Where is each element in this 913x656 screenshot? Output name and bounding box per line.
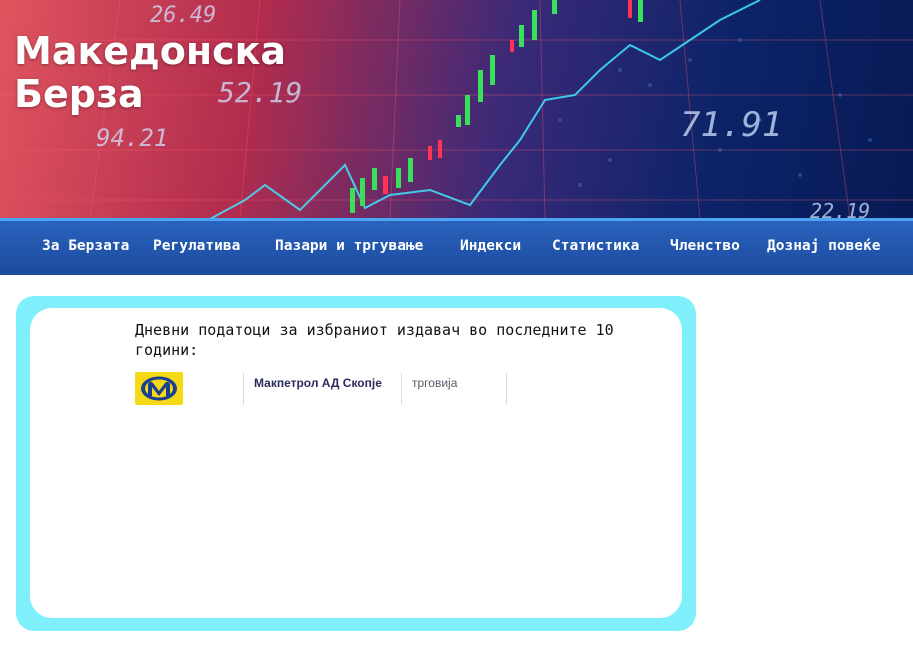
issuer-name[interactable]: Макпетрол АД Скопје bbox=[254, 376, 382, 390]
divider bbox=[401, 373, 402, 405]
nav-item-indices[interactable]: Индекси bbox=[460, 238, 521, 254]
ticker-value: 26.49 bbox=[150, 3, 216, 28]
ticker-value: 94.21 bbox=[96, 124, 168, 152]
nav-item-markets-trading[interactable]: Пазари и тргување bbox=[275, 238, 423, 254]
panel-title: Дневни податоци за избраниот издавач во … bbox=[135, 321, 614, 359]
makpetrol-logo-icon bbox=[135, 372, 183, 405]
divider bbox=[243, 373, 244, 405]
nav-item-statistics[interactable]: Статистика bbox=[552, 238, 639, 254]
issuer-row[interactable]: Макпетрол АД Скопје трговија bbox=[135, 372, 515, 406]
site-title-line-2: Берза bbox=[14, 72, 144, 116]
issuer-sector: трговија bbox=[412, 376, 458, 390]
hero-banner: 52.19 94.21 71.91 26.49 22.19 Македонска… bbox=[0, 0, 913, 219]
nav-item-membership[interactable]: Членство bbox=[670, 238, 740, 254]
issuer-data-panel-content: Дневни податоци за избраниот издавач во … bbox=[30, 308, 682, 618]
nav-item-regulation[interactable]: Регулатива bbox=[153, 238, 240, 254]
site-title[interactable]: Македонска Берза bbox=[14, 30, 286, 116]
nav-item-learn-more[interactable]: Дознај повеќе bbox=[767, 238, 881, 254]
issuer-data-panel: Дневни податоци за избраниот издавач во … bbox=[16, 296, 696, 631]
ticker-value: 22.19 bbox=[810, 199, 870, 219]
main-navigation: За Берзата Регулатива Пазари и тргување … bbox=[0, 218, 913, 275]
site-title-line-1: Македонска bbox=[14, 29, 287, 73]
ticker-value: 71.91 bbox=[680, 105, 782, 145]
divider bbox=[506, 373, 507, 405]
nav-item-about[interactable]: За Берзата bbox=[42, 238, 129, 254]
